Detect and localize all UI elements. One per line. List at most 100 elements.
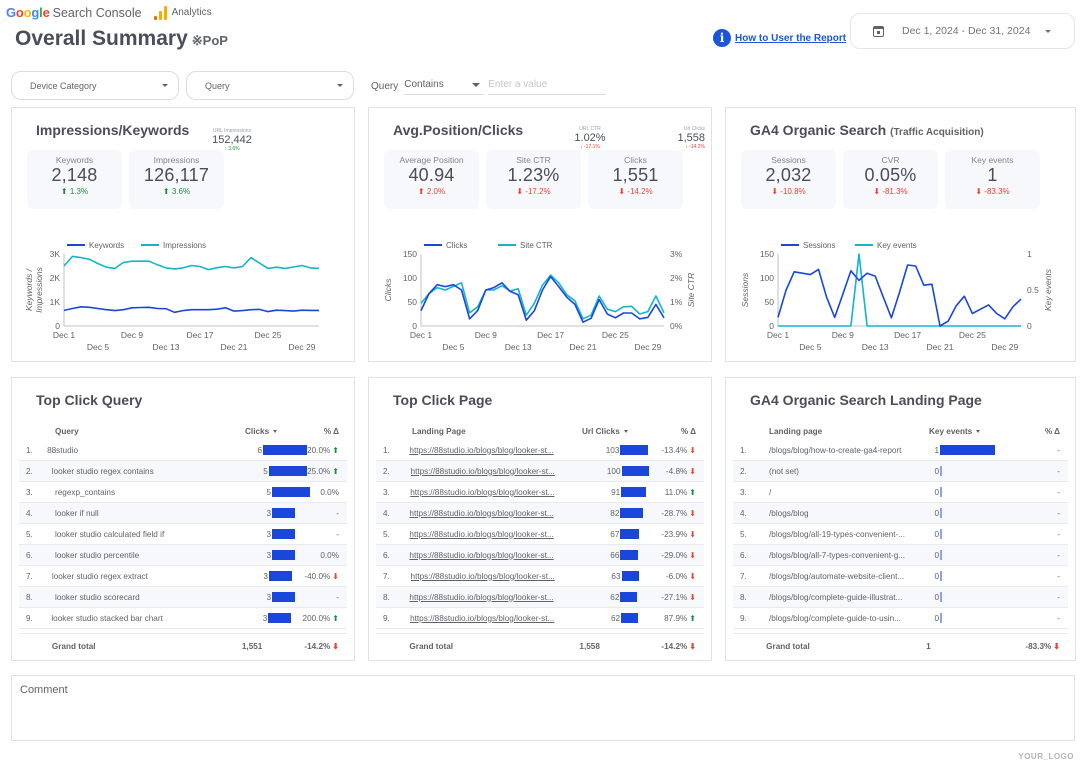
metric-value: 6: [257, 445, 262, 455]
query-dropdown-filter[interactable]: Query: [186, 71, 354, 100]
comment-box[interactable]: Comment: [11, 675, 1075, 741]
table-row[interactable]: 7. looker studio regex extract 3 -40.0% ⬇: [19, 566, 347, 587]
table-row[interactable]: 2. looker studio regex contains 5 25.0% ⬆: [19, 461, 347, 482]
table-row[interactable]: 3. https://88studio.io/blogs/blog/looker-…: [376, 482, 704, 503]
landing-page-link[interactable]: https://88studio.io/blogs/blog/looker-st…: [409, 551, 579, 560]
calendar-icon: [873, 25, 884, 37]
table-row[interactable]: 9. looker studio stacked bar chart 3 200.0%…: [19, 608, 347, 629]
metric-value: 5: [263, 466, 268, 476]
column-header-name[interactable]: Landing Page: [412, 427, 582, 436]
metric-cell: 3: [242, 571, 304, 581]
metric-value: 0: [934, 571, 939, 581]
table-row[interactable]: 8. /blogs/blog/complete-guide-illustrat..…: [733, 587, 1068, 608]
row-name: looker studio percentile: [55, 550, 140, 560]
x-tick-label: Dec 29: [289, 342, 316, 352]
arrow-down-icon: ⬇: [689, 571, 696, 581]
arrow-down-icon: ⬇: [689, 642, 696, 651]
ga4-landing-page-panel: GA4 Organic Search Landing Page Landing …: [725, 377, 1076, 661]
landing-page-link[interactable]: https://88studio.io/blogs/blog/looker-st…: [409, 593, 579, 602]
landing-page-link[interactable]: https://88studio.io/blogs/blog/looker-st…: [410, 614, 580, 623]
arrow-up-icon: ⬆: [332, 466, 339, 476]
landing-page-link[interactable]: https://88studio.io/blogs/blog/looker-st…: [409, 446, 579, 455]
pop-label: ※PoP: [191, 33, 228, 48]
column-header-delta[interactable]: % Δ: [672, 427, 704, 436]
y2-tick-label: 0%: [670, 321, 683, 331]
table-row[interactable]: 3. regexp_contains 5 0.0%: [19, 482, 347, 503]
landing-page-link[interactable]: https://88studio.io/blogs/blog/looker-st…: [409, 530, 579, 539]
table-row[interactable]: 8. https://88studio.io/blogs/blog/looker-…: [376, 587, 704, 608]
metric-cell: 62: [580, 613, 664, 623]
metric-bar: [621, 487, 646, 497]
chevron-down-icon: [1045, 29, 1052, 33]
table-row[interactable]: 5. looker studio calculated field if 3 -: [19, 524, 347, 545]
table-row[interactable]: 1. 88studio 6 20.0% ⬆: [19, 440, 347, 461]
x-tick-label: Dec 25: [959, 330, 986, 340]
table-row[interactable]: 2. (not set) 0 -: [733, 461, 1068, 482]
column-header-metric[interactable]: Key events: [929, 427, 1039, 436]
table-row[interactable]: 5. https://88studio.io/blogs/blog/looker-…: [376, 524, 704, 545]
metric-bar: [620, 445, 649, 455]
landing-page-link[interactable]: https://88studio.io/blogs/blog/looker-st…: [410, 488, 580, 497]
metric-bar: [940, 445, 995, 455]
table-row[interactable]: 4. https://88studio.io/blogs/blog/looker-…: [376, 503, 704, 524]
query-value-input[interactable]: [488, 77, 607, 95]
table-row[interactable]: 8. looker studio scorecard 3 -: [19, 587, 347, 608]
landing-page-link[interactable]: https://88studio.io/blogs/blog/looker-st…: [411, 572, 581, 581]
table-row[interactable]: 2. https://88studio.io/blogs/blog/looker-…: [376, 461, 704, 482]
table-row[interactable]: 1. https://88studio.io/blogs/blog/looker-…: [376, 440, 704, 461]
row-index: 8.: [383, 592, 390, 602]
comment-label: Comment: [20, 684, 68, 696]
ga4-organic-search-panel: GA4 Organic Search (Traffic Acquisition) …: [725, 107, 1076, 362]
column-header-name[interactable]: Landing page: [769, 427, 929, 436]
impressions-keywords-panel: Impressions/Keywords URL Impressions 152…: [11, 107, 355, 362]
legend-label: Keywords: [89, 241, 124, 250]
landing-page-link[interactable]: https://88studio.io/blogs/blog/looker-st…: [409, 509, 579, 518]
date-range-picker[interactable]: Dec 1, 2024 - Dec 31, 2024: [850, 13, 1075, 49]
metric-bar: [272, 529, 295, 539]
table-row[interactable]: 6. https://88studio.io/blogs/blog/looker-…: [376, 545, 704, 566]
column-header-name[interactable]: Query: [55, 427, 245, 436]
table-row[interactable]: 9. /blogs/blog/complete-guide-to-usin... 0…: [733, 608, 1068, 629]
table-row[interactable]: 4. /blogs/blog 0 -: [733, 503, 1068, 524]
table-row[interactable]: 7. https://88studio.io/blogs/blog/looker-…: [376, 566, 704, 587]
column-header-metric[interactable]: Url Clicks: [582, 427, 672, 436]
help-link-group[interactable]: i How to User the Report: [713, 29, 846, 47]
row-index: 3.: [26, 487, 33, 497]
table-row[interactable]: 4. looker if null 3 -: [19, 503, 347, 524]
landing-page-link[interactable]: https://88studio.io/blogs/blog/looker-st…: [411, 467, 581, 476]
table-row[interactable]: 6. looker studio percentile 3 0.0%: [19, 545, 347, 566]
x-tick-label: Dec 13: [505, 342, 532, 352]
operator-select[interactable]: Contains: [404, 77, 485, 95]
table-row[interactable]: 6. /blogs/blog/all-7-types-convenient-g..…: [733, 545, 1068, 566]
position-clicks-panel: Avg.Position/Clicks URL CTR 1.02% ↓ -17.…: [368, 107, 712, 362]
grand-total-label: Grand total: [51, 642, 96, 651]
column-header-delta[interactable]: % Δ: [1039, 427, 1068, 436]
table-row[interactable]: 7. /blogs/blog/automate-website-client...…: [733, 566, 1068, 587]
y-axis-title: Keywords /Impressions: [24, 266, 44, 313]
page-title-text: Overall Summary: [15, 27, 188, 50]
y-tick-label: 3K: [50, 249, 61, 259]
arrow-down-icon: ⬇: [689, 466, 696, 476]
metric-value: 100: [606, 466, 621, 476]
metric-bar: [268, 613, 292, 623]
table-row[interactable]: 1. /blogs/blog/how-to-create-ga4-report 1 -: [733, 440, 1068, 461]
ga4-landing-page-table: Landing page Key events% Δ 1. /blogs/blog/h…: [733, 422, 1068, 659]
row-index: 4.: [740, 508, 747, 518]
table-row[interactable]: 3. / 0 -: [733, 482, 1068, 503]
how-to-use-link[interactable]: How to User the Report: [735, 33, 846, 44]
delta-cell: -27.1% ⬇: [661, 592, 696, 602]
arrow-down-icon: ⬇: [689, 592, 696, 602]
info-icon[interactable]: i: [713, 29, 731, 47]
table-row[interactable]: 5. /blogs/blog/all-19-types-convenient-..…: [733, 524, 1068, 545]
metric-bar: [940, 529, 942, 539]
grand-total-row: Grand total 1 -83.3% ⬇: [733, 633, 1068, 659]
column-header-delta[interactable]: % Δ: [315, 427, 347, 436]
metric-bar: [621, 571, 639, 581]
device-category-filter[interactable]: Device Category: [11, 71, 179, 100]
column-header-metric[interactable]: Clicks: [245, 427, 315, 436]
table-row[interactable]: 9. https://88studio.io/blogs/blog/looker-…: [376, 608, 704, 629]
chevron-down-icon: [162, 84, 168, 87]
metric-value: 62: [610, 613, 621, 623]
x-tick-label: Dec 9: [475, 330, 497, 340]
row-index: 1.: [740, 445, 747, 455]
